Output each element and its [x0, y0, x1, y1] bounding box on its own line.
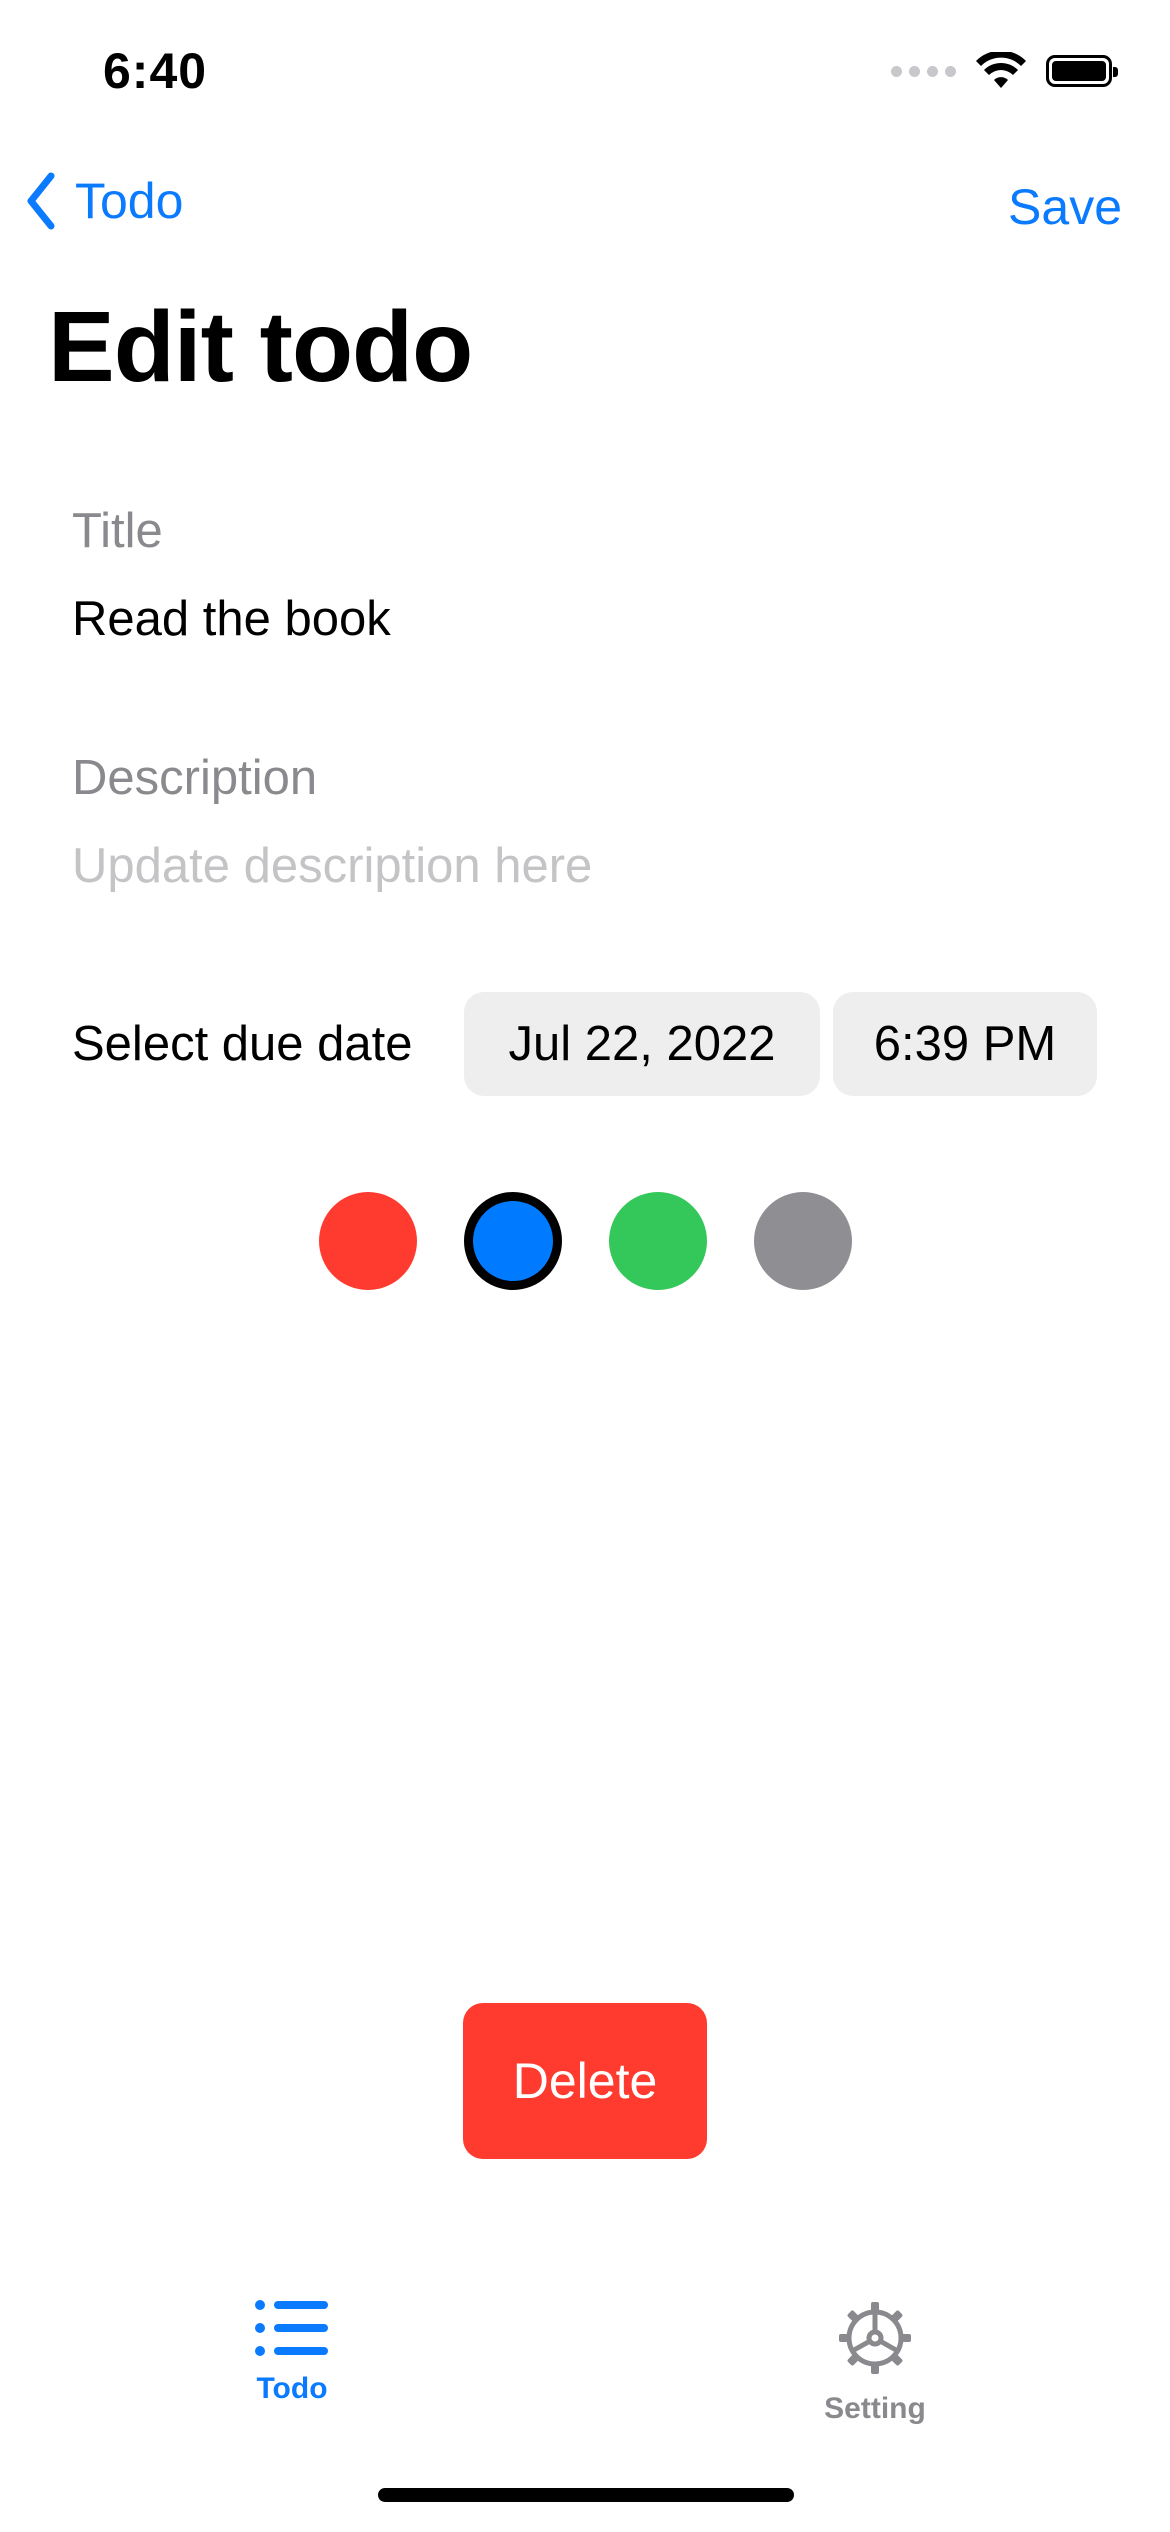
- date-picker-button[interactable]: Jul 22, 2022: [464, 992, 820, 1096]
- wifi-icon: [976, 52, 1026, 88]
- tab-todo-label: Todo: [256, 2372, 328, 2405]
- battery-icon: [1046, 55, 1118, 87]
- chevron-left-icon: [27, 172, 55, 230]
- due-date-row: Select due date Jul 22, 2022 6:39 PM: [72, 992, 1097, 1096]
- description-label: Description: [72, 751, 318, 805]
- tab-setting[interactable]: Setting: [755, 2298, 995, 2426]
- delete-button[interactable]: Delete: [463, 2003, 707, 2159]
- due-date-label: Select due date: [72, 1017, 413, 1071]
- home-indicator: [378, 2488, 794, 2502]
- tab-todo[interactable]: Todo: [172, 2298, 412, 2406]
- color-picker: [319, 1192, 852, 1290]
- title-input[interactable]: Read the book: [72, 591, 391, 647]
- page-title: Edit todo: [48, 291, 473, 403]
- status-time: 6:40: [103, 43, 208, 99]
- title-label: Title: [72, 504, 163, 558]
- save-button[interactable]: Save: [1008, 178, 1122, 236]
- back-button[interactable]: Todo: [25, 172, 183, 230]
- description-input[interactable]: Update description here: [72, 838, 592, 894]
- list-icon: [255, 2300, 328, 2356]
- gear-icon: [839, 2302, 911, 2374]
- color-swatch-gray[interactable]: [754, 1192, 852, 1290]
- color-swatch-green[interactable]: [609, 1192, 707, 1290]
- status-icons: [891, 52, 1118, 90]
- tab-setting-label: Setting: [824, 2392, 926, 2425]
- edit-todo-screen: 6:40 Todo Save Edit todo Title Read the …: [0, 0, 1170, 2532]
- time-picker-button[interactable]: 6:39 PM: [833, 992, 1097, 1096]
- color-swatch-red[interactable]: [319, 1192, 417, 1290]
- color-swatch-blue[interactable]: [464, 1192, 562, 1290]
- back-button-label: Todo: [75, 173, 184, 229]
- cellular-signal-icon: [891, 65, 956, 77]
